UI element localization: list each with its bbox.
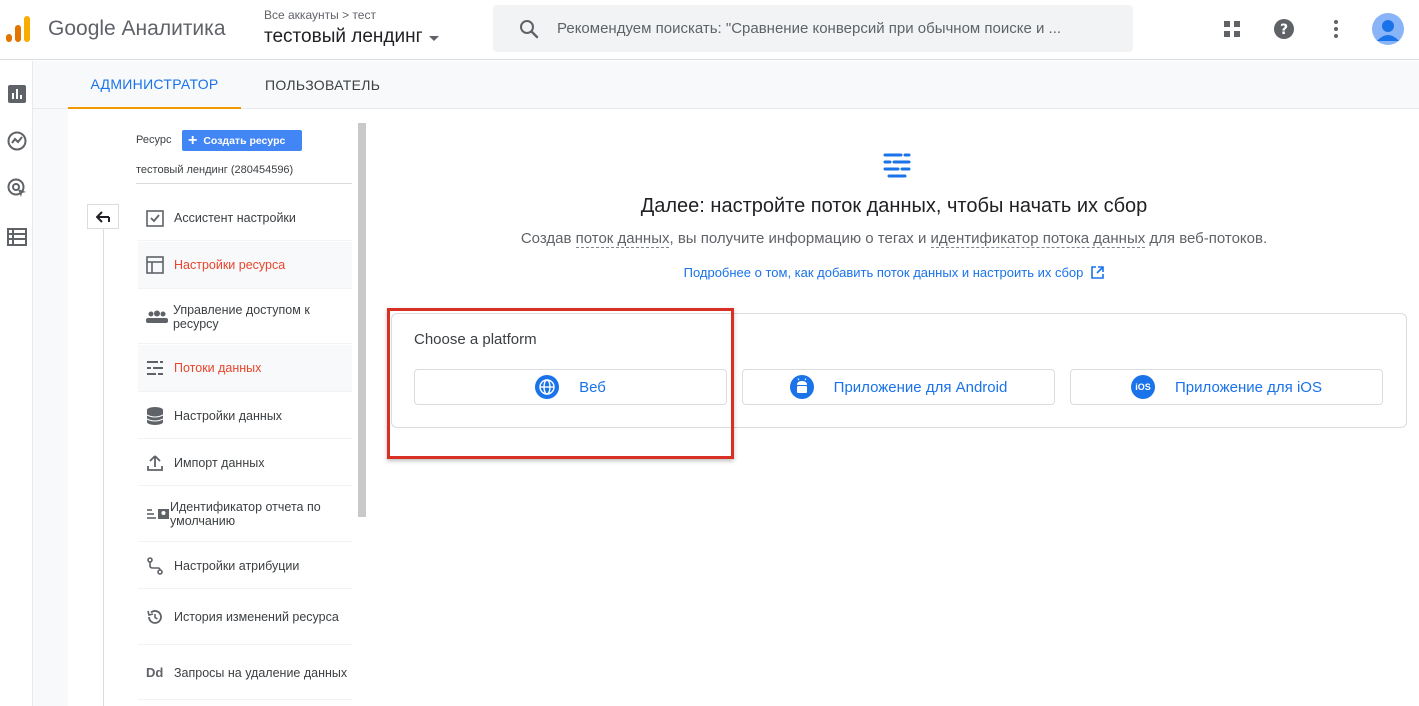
checklist-icon (138, 209, 174, 227)
stream-id-term[interactable]: идентификатор потока данных (930, 230, 1146, 248)
reports-icon[interactable] (6, 83, 28, 105)
resource-panel: Ресурс + Создать ресурс тестовый лендинг… (68, 109, 368, 706)
menu-attribution-settings[interactable]: Настройки атрибуции (138, 543, 352, 589)
menu-data-import[interactable]: Импорт данных (138, 440, 352, 486)
content-gutter (33, 109, 68, 706)
data-streams-icon (138, 360, 174, 376)
platform-web-button[interactable]: Веб (414, 369, 727, 405)
menu-label: Ассистент настройки (174, 210, 296, 225)
app-name: Google Аналитика (48, 17, 226, 40)
chevron-down-icon (428, 36, 439, 41)
tab-user[interactable]: ПОЛЬЗОВАТЕЛЬ (265, 61, 380, 109)
data-deletion-icon: Dd (146, 665, 164, 680)
top-app-bar: Google Аналитика Все аккаунты > тест тес… (0, 0, 1419, 60)
menu-data-deletion[interactable]: Dd Запросы на удаление данных (138, 646, 352, 700)
menu-label: Настройки ресурса (174, 258, 286, 272)
top-actions: ? (1215, 12, 1405, 46)
upload-icon (138, 454, 174, 472)
main-content: Далее: настройте поток данных, чтобы нач… (369, 109, 1419, 706)
menu-label: Управление доступом к ресурсу (172, 302, 310, 331)
android-icon (789, 375, 814, 399)
reporting-id-icon (138, 507, 170, 521)
help-link-text: Подробнее о том, как добавить поток данн… (683, 265, 1084, 280)
platform-android-label: Приложение для Android (833, 378, 1008, 396)
advertising-icon[interactable] (6, 177, 28, 199)
card-bottom (392, 428, 1406, 429)
collapse-back-button[interactable] (87, 204, 119, 229)
menu-access-management[interactable]: Управление доступом к ресурсу (138, 290, 352, 344)
menu-label: Настройки атрибуции (174, 558, 300, 573)
menu-label: История изменений ресурса (174, 610, 339, 624)
resource-label: Ресурс (136, 134, 172, 146)
menu-reporting-id[interactable]: Идентификатор отчета по умолчанию (138, 487, 352, 542)
menu-change-history[interactable]: История изменений ресурса (138, 590, 352, 645)
menu-data-settings[interactable]: Настройки данных (138, 393, 352, 439)
admin-tabs: АДМИНИСТРАТОР ПОЛЬЗОВАТЕЛЬ (33, 61, 1419, 109)
help-icon[interactable]: ? (1267, 12, 1301, 46)
platform-ios-button[interactable]: iOS Приложение для iOS (1070, 369, 1383, 405)
apps-grid-icon[interactable] (1215, 12, 1249, 46)
platform-android-button[interactable]: Приложение для Android (742, 369, 1055, 405)
menu-property-settings[interactable]: Настройки ресурса (138, 242, 352, 289)
platform-title: Choose a platform (414, 331, 537, 348)
menu-label: Идентификатор отчета по умолчанию (170, 500, 321, 528)
platform-ios-label: Приложение для iOS (1175, 378, 1322, 396)
menu-label: Импорт данных (174, 455, 265, 470)
property-selector[interactable]: тестовый лендинг (264, 26, 439, 48)
platform-web-label: Веб (579, 378, 606, 396)
page-subline: Создав поток данных, вы получите информа… (369, 230, 1419, 248)
data-stream-hero-icon (883, 153, 911, 178)
configure-icon[interactable] (6, 226, 28, 248)
tab-user-label: ПОЛЬЗОВАТЕЛЬ (265, 77, 381, 93)
sub-prefix: Создав (520, 230, 576, 247)
svg-text:?: ? (1280, 22, 1288, 38)
account-avatar-icon[interactable] (1371, 12, 1405, 46)
plus-icon: + (188, 131, 198, 149)
menu-label: Потоки данных (174, 361, 262, 375)
search-input[interactable]: Рекомендуем поискать: "Сравнение конверс… (557, 20, 1061, 37)
search-bar[interactable]: Рекомендуем поискать: "Сравнение конверс… (493, 5, 1133, 52)
menu-setup-assistant[interactable]: Ассистент настройки (138, 195, 352, 241)
create-resource-label: Создать ресурс (203, 134, 286, 147)
property-settings-icon (138, 256, 174, 274)
menu-label: Запросы на удаление данных (174, 665, 348, 680)
menu-data-streams[interactable]: Потоки данных (138, 345, 352, 392)
more-vert-icon[interactable] (1319, 12, 1353, 46)
history-icon (138, 608, 174, 626)
account-breadcrumb[interactable]: Все аккаунты > тест (264, 8, 376, 22)
platform-card: Choose a platform Веб Приложение для And… (391, 313, 1407, 428)
analytics-logo-icon[interactable] (4, 14, 32, 44)
property-id: тестовый лендинг (280454596) (136, 164, 294, 176)
explore-icon[interactable] (6, 130, 28, 152)
property-name: тестовый лендинг (264, 26, 423, 47)
left-navigation (0, 61, 33, 706)
divider (136, 183, 352, 184)
web-globe-icon (535, 375, 560, 399)
back-arrow-icon (96, 210, 110, 223)
open-in-new-icon (1091, 266, 1105, 279)
menu-label: Настройки данных (174, 408, 283, 423)
search-icon (520, 19, 539, 38)
attribution-icon (138, 556, 174, 575)
ios-icon: iOS (1131, 375, 1156, 399)
sub-middle: , вы получите информацию о тегах и (669, 230, 931, 247)
people-icon (138, 310, 173, 324)
database-icon (138, 406, 174, 426)
tab-admin[interactable]: АДМИНИСТРАТОР (68, 61, 241, 109)
panel-scrollbar[interactable] (358, 123, 366, 517)
sub-suffix: для веб-потоков. (1145, 230, 1268, 247)
create-resource-button[interactable]: + Создать ресурс (182, 130, 302, 151)
tree-line (103, 229, 104, 706)
help-link[interactable]: Подробнее о том, как добавить поток данн… (369, 265, 1419, 280)
page-headline: Далее: настройте поток данных, чтобы нач… (640, 195, 1148, 217)
data-stream-term[interactable]: поток данных (575, 230, 670, 248)
tab-admin-label: АДМИНИСТРАТОР (90, 76, 219, 92)
